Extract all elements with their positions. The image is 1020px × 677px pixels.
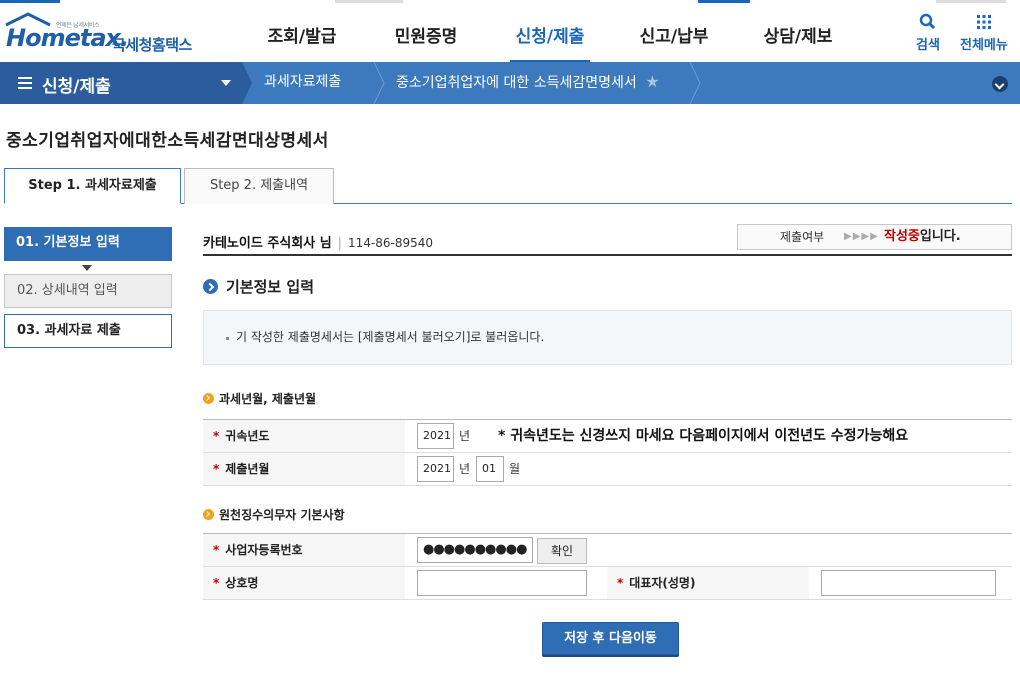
- required-mark: *: [617, 576, 624, 590]
- breadcrumb-separator-icon: [373, 62, 385, 104]
- bizno-label: * 사업자등록번호: [203, 534, 405, 566]
- company-info: 카테노이드 주식회사 님 | 114-86-89540: [203, 232, 433, 251]
- form-row-company: * 상호명 * 대표자(성명): [203, 567, 1012, 600]
- confirm-button[interactable]: 확인: [537, 538, 587, 564]
- top-strip-segment: [936, 0, 1006, 3]
- required-mark: *: [213, 462, 220, 476]
- arrow-circle-icon: [203, 279, 218, 294]
- company-name-field[interactable]: [417, 570, 587, 596]
- status-arrows: ▶▶▶▶: [844, 231, 879, 242]
- step-tax-submit[interactable]: 03. 과세자료 제출: [4, 314, 172, 348]
- withholder-form: * 사업자등록번호 ●●●●●●●●●● 확인 * 상호명 * 대표자(성명): [203, 533, 1012, 600]
- section-title: 기본정보 입력: [203, 276, 314, 297]
- company-name-label-text: 상호명: [225, 576, 259, 590]
- grid-icon: [976, 15, 991, 29]
- nav-consult-report[interactable]: 상담/제보: [736, 4, 860, 62]
- representative-field[interactable]: [821, 570, 996, 596]
- save-next-button[interactable]: 저장 후 다음이동: [542, 622, 679, 655]
- page-title: 중소기업취업자에대한소득세감면대상명세서: [6, 131, 329, 151]
- expand-chevron-button[interactable]: [992, 76, 1008, 92]
- attribution-year-note: * 귀속년도는 신경쓰지 마세요 다음페이지에서 이전년도 수정가능해요: [498, 428, 909, 444]
- representative-label-text: 대표자(성명): [629, 576, 696, 590]
- form-row-submit-month: * 제출년월 2021 년 01 월: [203, 453, 1012, 486]
- divider: |: [337, 236, 343, 251]
- logo-name: Hometax.: [6, 24, 129, 52]
- breadcrumb-item-tax-data[interactable]: 과세자료제출: [264, 62, 341, 104]
- top-strip-segment: [698, 0, 750, 3]
- submit-month-unit: 월: [509, 462, 521, 476]
- period-subtitle: 과세년월, 제출년월: [203, 390, 316, 407]
- breadcrumb-menu-label: 신청/제출: [42, 77, 111, 97]
- info-box: 기 작성한 제출명세서는 [제출명세서 불러오기]로 불러옵니다.: [203, 310, 1012, 365]
- step-tabs: Step 1. 과세자료제출 Step 2. 제출내역: [4, 168, 1012, 204]
- all-menu-label: 전체메뉴: [960, 38, 1008, 53]
- nav-inquiry[interactable]: 조회/발급: [240, 4, 364, 62]
- breadcrumb-item-current[interactable]: 중소기업취업자에 대한 소득세감면명세서 ★: [396, 62, 660, 104]
- withholder-subtitle-label: 원천징수의무자 기본사항: [219, 508, 345, 522]
- header: 언제든 납세서비스 Hometax. 국세청홈택스 조회/발급 민원증명 신청/…: [0, 4, 1020, 63]
- required-mark: *: [213, 576, 220, 590]
- required-mark: *: [213, 429, 220, 443]
- submit-month-label-text: 제출년월: [225, 462, 270, 476]
- hamburger-icon: [18, 77, 32, 89]
- business-number: 114-86-89540: [348, 236, 434, 250]
- submit-month-label: * 제출년월: [203, 453, 405, 485]
- period-subtitle-label: 과세년월, 제출년월: [219, 392, 317, 406]
- favorite-star-icon[interactable]: ★: [645, 72, 659, 91]
- breadcrumb-menu-dropdown[interactable]: 신청/제출: [0, 62, 242, 104]
- main-nav: 조회/발급 민원증명 신청/제출 신고/납부 상담/제보: [240, 4, 860, 63]
- divider-line: [203, 254, 1012, 256]
- attribution-year-field[interactable]: 2021: [417, 423, 454, 449]
- status-value-highlight: 작성중: [884, 229, 920, 244]
- bizno-label-text: 사업자등록번호: [225, 543, 303, 557]
- form-row-bizno: * 사업자등록번호 ●●●●●●●●●● 확인: [203, 534, 1012, 567]
- bizno-field[interactable]: ●●●●●●●●●●: [417, 537, 533, 563]
- nav-application-submission[interactable]: 신청/제출: [488, 4, 612, 63]
- orange-arrow-icon: [203, 393, 214, 404]
- attribution-year-label-text: 귀속년도: [225, 429, 270, 443]
- year-unit: 년: [459, 429, 471, 443]
- submission-status-box: 제출여부 ▶▶▶▶ 작성중입니다.: [737, 224, 1012, 250]
- withholder-subtitle: 원천징수의무자 기본사항: [203, 506, 345, 523]
- attribution-year-label: * 귀속년도: [203, 420, 405, 452]
- submit-month-field[interactable]: 01: [476, 456, 504, 482]
- period-form: * 귀속년도 2021 년 * 귀속년도는 신경쓰지 마세요 다음페이지에서 이전…: [203, 419, 1012, 486]
- company-name: 카테노이드 주식회사 님: [203, 236, 332, 251]
- search-button[interactable]: 검색: [916, 12, 940, 53]
- company-name-label: * 상호명: [203, 567, 405, 599]
- breadcrumb-separator-icon: [242, 62, 252, 104]
- nav-report-payment[interactable]: 신고/납부: [612, 4, 736, 62]
- tab-step2[interactable]: Step 2. 제출내역: [184, 168, 334, 204]
- orange-arrow-icon: [203, 509, 214, 520]
- hometax-logo[interactable]: 언제든 납세서비스 Hometax. 국세청홈택스: [4, 10, 204, 58]
- status-label: 제출여부: [780, 230, 825, 244]
- breadcrumb-current-label: 중소기업취업자에 대한 소득세감면명세서: [396, 75, 637, 91]
- breadcrumb: 신청/제출 과세자료제출 중소기업취업자에 대한 소득세감면명세서 ★: [0, 62, 1020, 104]
- submit-year-unit: 년: [459, 462, 471, 476]
- search-icon: [919, 13, 936, 30]
- caret-down-icon: [221, 80, 231, 86]
- logo-korean-name: 국세청홈택스: [112, 36, 192, 54]
- step-basic-info[interactable]: 01. 기본정보 입력: [4, 227, 172, 261]
- step-detail-input[interactable]: 02. 상세내역 입력: [4, 274, 172, 308]
- nav-civil-certificate[interactable]: 민원증명: [364, 4, 488, 62]
- required-mark: *: [213, 543, 220, 557]
- all-menu-button[interactable]: 전체메뉴: [960, 12, 1008, 53]
- search-label: 검색: [916, 38, 940, 53]
- form-row-attribution-year: * 귀속년도 2021 년 * 귀속년도는 신경쓰지 마세요 다음페이지에서 이전…: [203, 420, 1012, 453]
- status-value: 작성중입니다.: [884, 225, 961, 249]
- arrow-down-icon: [82, 265, 92, 271]
- section-title-label: 기본정보 입력: [226, 278, 315, 296]
- submit-year-field[interactable]: 2021: [417, 456, 454, 482]
- tab-step1[interactable]: Step 1. 과세자료제출: [4, 168, 181, 204]
- top-strip-accent: [0, 0, 60, 3]
- breadcrumb-separator-icon: [689, 62, 701, 104]
- status-value-suffix: 입니다.: [919, 229, 961, 244]
- top-strip-segment: [335, 0, 403, 3]
- representative-label: * 대표자(성명): [607, 567, 809, 599]
- info-text: 기 작성한 제출명세서는 [제출명세서 불러오기]로 불러옵니다.: [236, 330, 545, 344]
